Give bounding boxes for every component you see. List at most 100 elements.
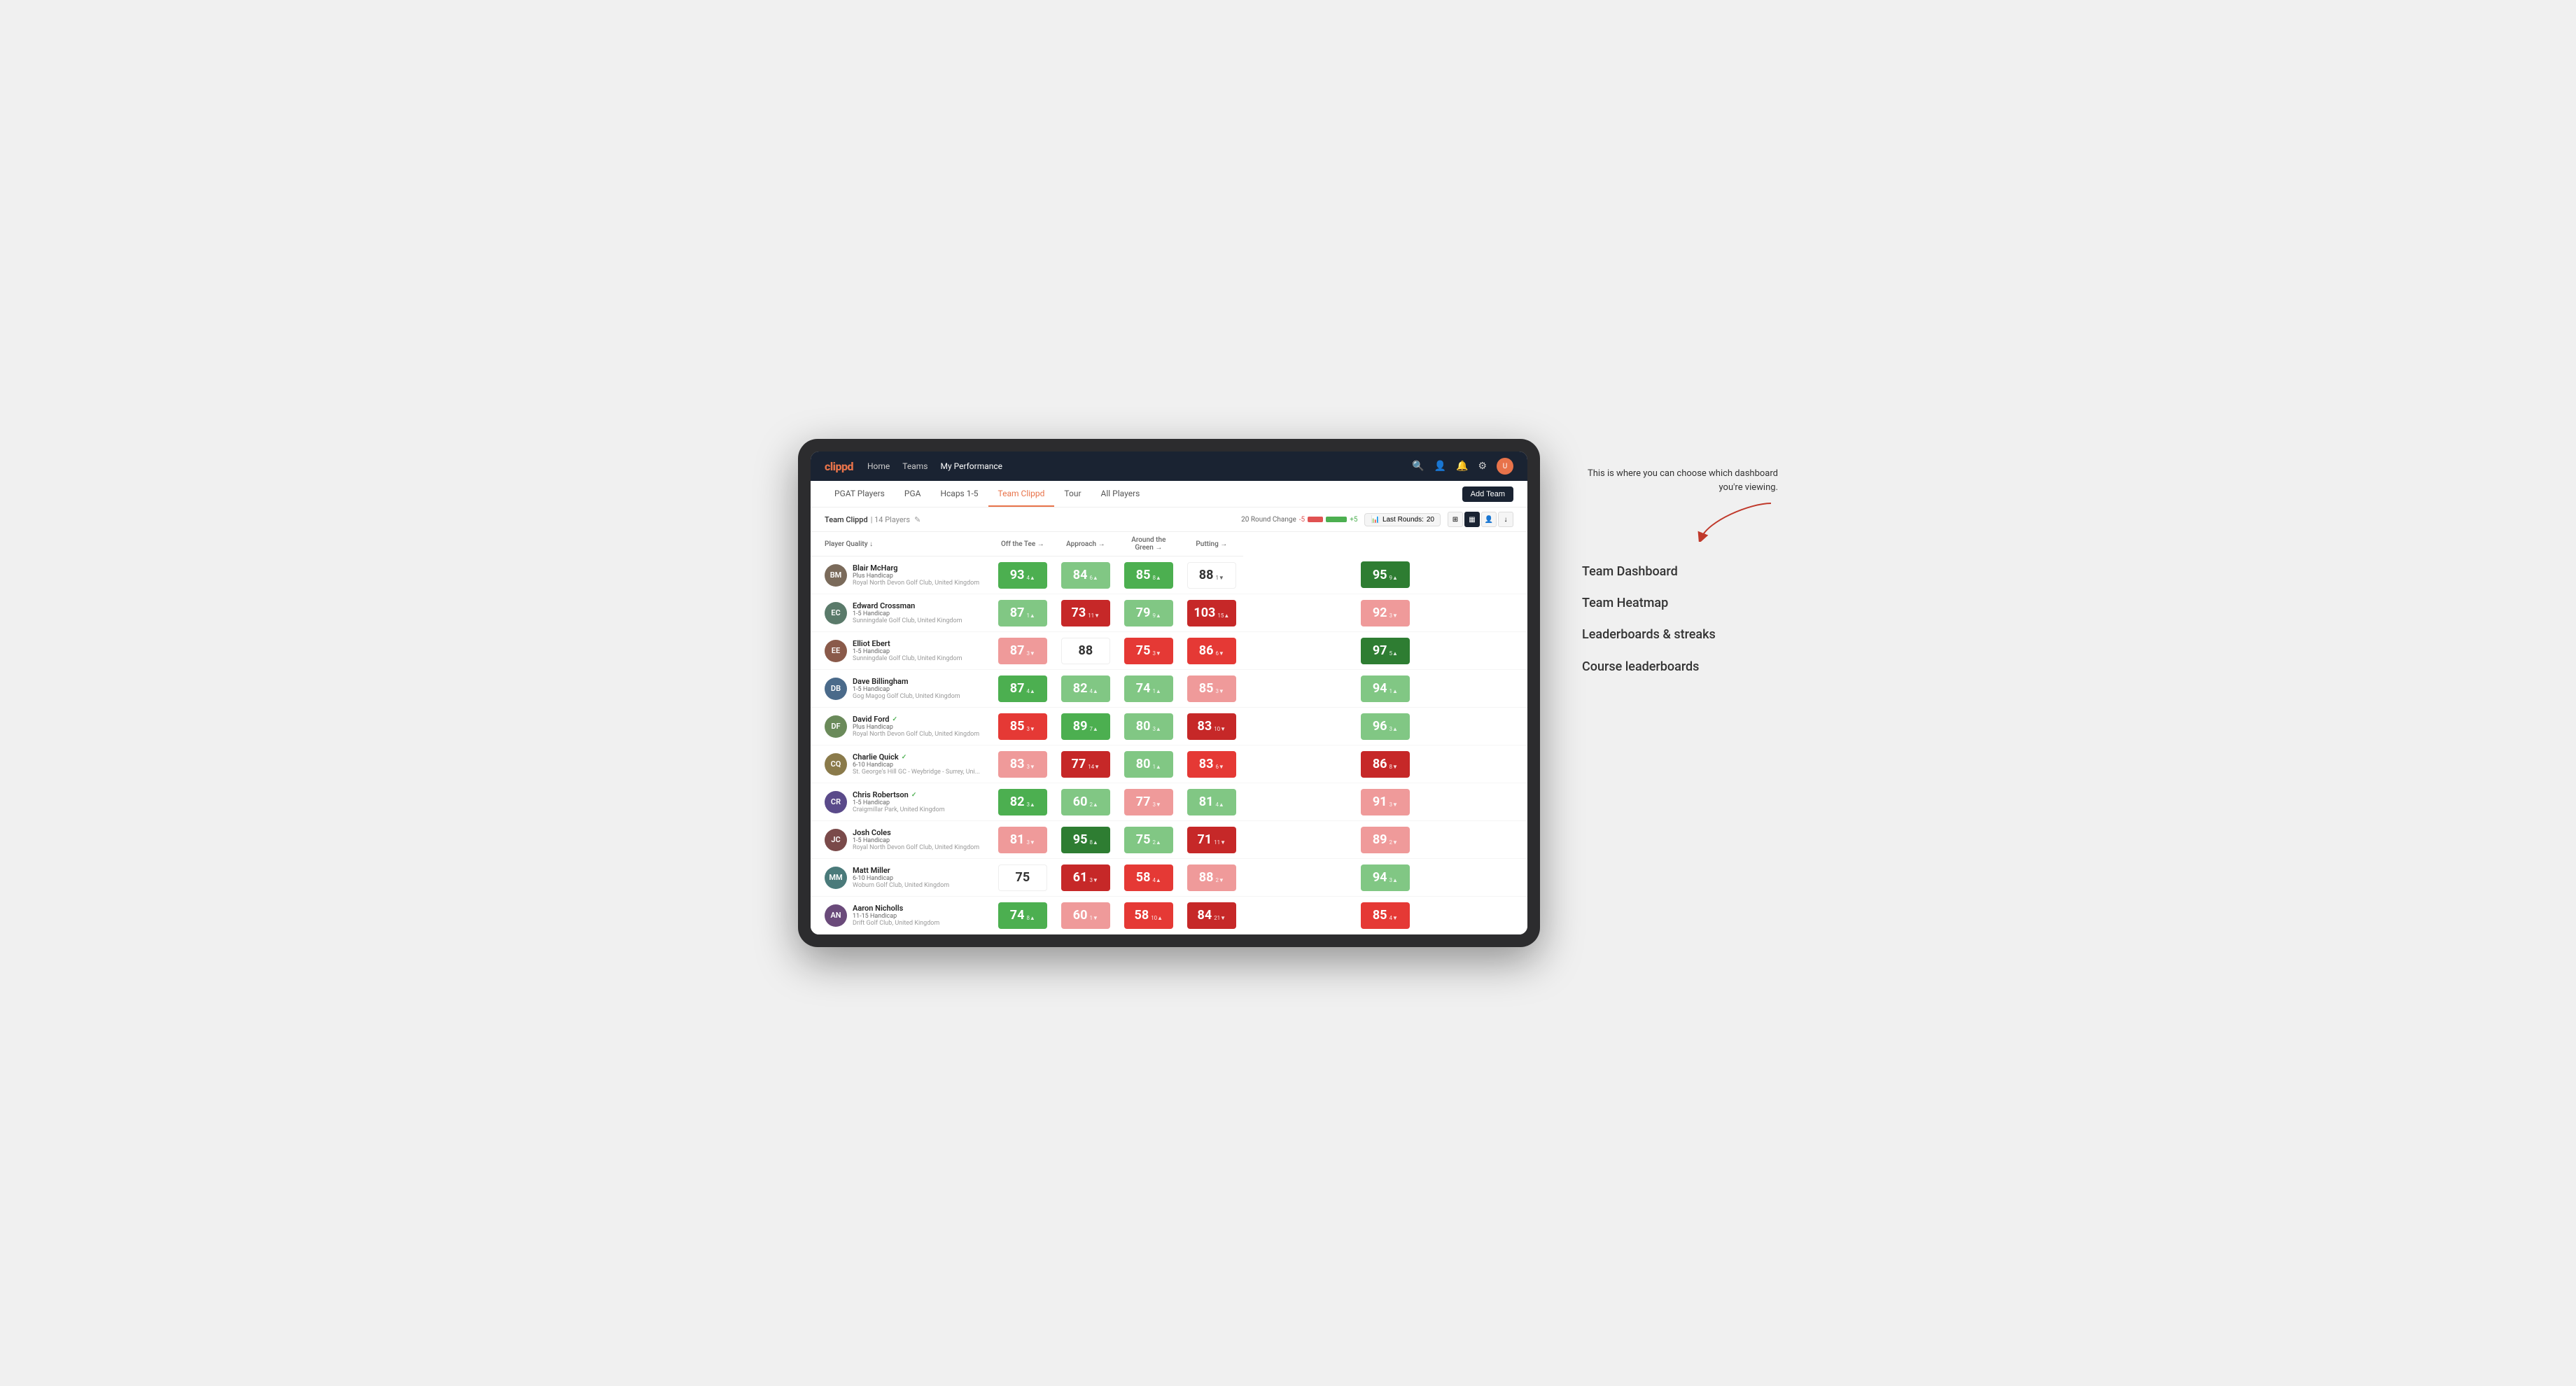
table-row: MMMatt Miller6-10 HandicapWoburn Golf Cl… — [811, 859, 1527, 897]
score-box: 584▲ — [1124, 864, 1173, 891]
annotation-panel: This is where you can choose which dashb… — [1582, 439, 1778, 690]
score-cell-6-2: 773▼ — [1117, 783, 1180, 821]
score-cell-1-3: 10315▲ — [1180, 594, 1243, 632]
score-box: 868▼ — [1361, 751, 1410, 778]
score-box: 882▼ — [1187, 864, 1236, 891]
score-box: 871▲ — [998, 600, 1047, 626]
annotation-text: This is where you can choose which dashb… — [1582, 467, 1778, 494]
player-cell-1[interactable]: ECEdward Crossman1-5 HandicapSunningdale… — [819, 597, 986, 629]
score-change: 3▼ — [1026, 726, 1035, 732]
score-value: 75 — [1136, 832, 1151, 847]
score-change: 6▼ — [1215, 764, 1224, 770]
nav-my-performance[interactable]: My Performance — [940, 461, 1002, 471]
avatar: EE — [825, 640, 847, 662]
score-value: 75 — [1016, 870, 1030, 885]
bell-icon[interactable]: 🔔 — [1456, 461, 1468, 472]
score-cell-4-1: 897▲ — [1054, 708, 1117, 746]
score-change: 1▲ — [1390, 688, 1398, 694]
score-value: 81 — [1199, 794, 1214, 809]
main-content: Player Quality ↓ Off the Tee → Approach … — [811, 532, 1527, 934]
score-change: 3▼ — [1089, 877, 1098, 883]
bar-green — [1326, 517, 1347, 522]
score-change: 11▼ — [1214, 839, 1226, 846]
team-name: Team Clippd — [825, 515, 868, 524]
score-cell-2-2: 753▼ — [1117, 632, 1180, 670]
score-box: 873▼ — [998, 638, 1047, 664]
score-change: 3▼ — [1026, 764, 1035, 770]
player-cell-9[interactable]: ANAaron Nicholls11-15 HandicapDrift Golf… — [819, 899, 986, 931]
player-cell-5[interactable]: CQCharlie Quick ✓6-10 HandicapSt. George… — [819, 748, 986, 780]
avatar: JC — [825, 829, 847, 851]
nav-teams[interactable]: Teams — [902, 461, 927, 471]
search-icon[interactable]: 🔍 — [1412, 461, 1424, 472]
col-header-around[interactable]: Around the Green → — [1117, 532, 1180, 556]
score-change: 1▲ — [1152, 764, 1161, 770]
avatar[interactable]: U — [1497, 458, 1513, 475]
player-handicap: Plus Handicap — [853, 724, 980, 731]
score-cell-2-0: 873▼ — [991, 632, 1054, 670]
score-cell-2-3: 866▼ — [1180, 632, 1243, 670]
player-name: Edward Crossman — [853, 601, 980, 610]
score-box: 803▲ — [1124, 713, 1173, 740]
person-icon[interactable]: 👤 — [1434, 461, 1446, 472]
player-club: Royal North Devon Golf Club, United King… — [853, 580, 980, 587]
add-team-button[interactable]: Add Team — [1462, 486, 1513, 502]
view-heatmap-btn[interactable]: ▦ — [1464, 512, 1480, 527]
score-cell-7-3: 7111▼ — [1180, 821, 1243, 859]
player-cell-3[interactable]: DBDave Billingham1-5 HandicapGog Magog G… — [819, 673, 986, 704]
player-handicap: 6-10 Handicap — [853, 762, 980, 769]
score-cell-0-4: 959▲ — [1243, 556, 1527, 594]
dashboard-option-0: Team Dashboard — [1582, 563, 1778, 580]
table-row: DFDavid Ford ✓Plus HandicapRoyal North D… — [811, 708, 1527, 746]
score-cell-4-2: 803▲ — [1117, 708, 1180, 746]
score-value: 95 — [1073, 832, 1088, 847]
col-header-player[interactable]: Player Quality ↓ — [811, 532, 991, 556]
score-cell-9-1: 601▼ — [1054, 897, 1117, 934]
score-value: 85 — [1199, 681, 1214, 696]
subnav-team-clippd[interactable]: Team Clippd — [988, 481, 1055, 507]
subnav-tour[interactable]: Tour — [1054, 481, 1091, 507]
nav-home[interactable]: Home — [867, 461, 890, 471]
score-box: 897▲ — [1061, 713, 1110, 740]
player-cell-0[interactable]: BMBlair McHargPlus HandicapRoyal North D… — [819, 559, 986, 591]
col-header-putting[interactable]: Putting → — [1180, 532, 1243, 556]
score-cell-3-3: 853▼ — [1180, 670, 1243, 708]
subnav-hcaps[interactable]: Hcaps 1-5 — [930, 481, 988, 507]
player-cell-7[interactable]: JCJosh Coles1-5 HandicapRoyal North Devo… — [819, 824, 986, 855]
settings-icon[interactable]: ⚙ — [1478, 461, 1487, 472]
score-value: 87 — [1010, 681, 1025, 696]
player-name: Josh Coles — [853, 828, 980, 837]
view-download-btn[interactable]: ↓ — [1498, 512, 1513, 527]
score-value: 77 — [1072, 757, 1086, 771]
player-cell-2[interactable]: EEElliot Ebert1-5 HandicapSunningdale Go… — [819, 635, 986, 666]
score-box: 833▼ — [998, 751, 1047, 778]
subnav-pgat[interactable]: PGAT Players — [825, 481, 895, 507]
player-cell-6[interactable]: CRChris Robertson ✓1-5 HandicapCraigmill… — [819, 786, 986, 818]
col-header-tee[interactable]: Off the Tee → — [991, 532, 1054, 556]
player-cell-8[interactable]: MMMatt Miller6-10 HandicapWoburn Golf Cl… — [819, 862, 986, 893]
verified-icon: ✓ — [911, 792, 917, 799]
last-rounds-button[interactable]: 📊 Last Rounds: 20 — [1364, 513, 1441, 526]
page-wrapper: clippd Home Teams My Performance 🔍 👤 🔔 ⚙… — [798, 439, 1778, 947]
avatar: CR — [825, 791, 847, 813]
score-value: 85 — [1010, 719, 1025, 734]
score-box: 913▼ — [1361, 789, 1410, 816]
score-box: 923▼ — [1361, 600, 1410, 626]
edit-icon[interactable]: ✎ — [914, 515, 920, 524]
score-box: 75 — [998, 864, 1047, 891]
view-person-btn[interactable]: 👤 — [1481, 512, 1497, 527]
score-change: 4▲ — [1089, 688, 1098, 694]
player-cell-4[interactable]: DFDavid Ford ✓Plus HandicapRoyal North D… — [819, 710, 986, 742]
score-box: 854▼ — [1361, 902, 1410, 929]
score-box: 943▲ — [1361, 864, 1410, 891]
top-nav: clippd Home Teams My Performance 🔍 👤 🔔 ⚙… — [811, 451, 1527, 481]
avatar: DB — [825, 678, 847, 700]
view-grid-btn[interactable]: ⊞ — [1448, 512, 1463, 527]
player-name: Blair McHarg — [853, 564, 980, 573]
score-box: 752▲ — [1124, 827, 1173, 853]
col-header-approach[interactable]: Approach → — [1054, 532, 1117, 556]
subnav-all-players[interactable]: All Players — [1091, 481, 1150, 507]
score-change: 2▼ — [1215, 877, 1224, 883]
subnav-pga[interactable]: PGA — [895, 481, 931, 507]
player-club: St. George's Hill GC - Weybridge - Surre… — [853, 769, 980, 776]
